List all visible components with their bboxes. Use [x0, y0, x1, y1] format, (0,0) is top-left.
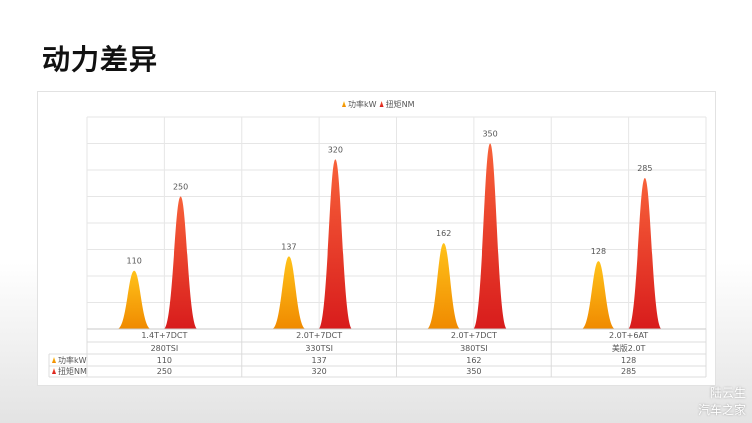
data-label-power: 110 — [127, 257, 142, 266]
data-label-torque: 320 — [328, 145, 343, 154]
table-cell-torque: 250 — [157, 367, 172, 376]
tick-label-gearbox: 2.0T+6AT — [609, 331, 648, 340]
data-label-power: 128 — [591, 247, 606, 256]
bar-power — [271, 256, 306, 329]
table-cell-torque: 285 — [621, 367, 636, 376]
data-label-torque: 285 — [637, 164, 652, 173]
table-row-header-torque: 扭矩NM — [58, 366, 87, 376]
table-cell-power: 162 — [466, 356, 481, 365]
watermark-site: 汽车之家 — [697, 403, 746, 417]
bar-power — [426, 243, 461, 329]
bar-torque — [318, 159, 353, 329]
tick-label-engine: 330TSI — [305, 344, 333, 353]
bar-torque — [163, 196, 198, 329]
table-cell-torque: 320 — [311, 367, 326, 376]
table-row-header-power: 功率kW — [58, 355, 87, 365]
slide-title: 动力差异 — [42, 43, 159, 76]
data-label-torque: 250 — [173, 183, 188, 192]
table-cell-power: 110 — [157, 356, 172, 365]
legend-label-torque: 扭矩NM — [386, 99, 415, 109]
data-label-power: 137 — [281, 242, 296, 251]
tick-label-gearbox: 2.0T+7DCT — [451, 331, 497, 340]
watermark-author: 陆云生 — [709, 386, 746, 400]
tick-label-engine: 美版2.0T — [612, 343, 646, 353]
data-label-power: 162 — [436, 229, 451, 238]
bar-power — [117, 270, 152, 329]
legend-marker-torque — [379, 101, 384, 107]
table-cell-power: 128 — [621, 356, 636, 365]
table-marker-torque — [52, 368, 56, 374]
tick-label-gearbox: 2.0T+7DCT — [296, 331, 342, 340]
table-cell-torque: 350 — [466, 367, 481, 376]
chart-panel: 功率kW 扭矩NM 110 250 137 320 162 350 128 285 1.4T+7DC… — [37, 91, 716, 386]
bar-torque — [627, 177, 662, 329]
bar-power — [581, 261, 616, 329]
watermark: 陆云生 汽车之家 — [698, 385, 746, 419]
tick-label-engine: 380TSI — [460, 344, 488, 353]
data-label-torque: 350 — [482, 130, 497, 139]
bar-torque — [473, 143, 508, 329]
table-marker-power — [52, 357, 56, 363]
tick-label-gearbox: 1.4T+7DCT — [141, 331, 187, 340]
table-cell-power: 137 — [311, 356, 326, 365]
peak-bar-chart: 功率kW 扭矩NM1102501373201623501282851.4T+7DC… — [48, 99, 707, 378]
legend-marker-power — [342, 101, 346, 107]
tick-label-engine: 280TSI — [151, 344, 179, 353]
legend-label-power: 功率kW — [348, 99, 377, 109]
